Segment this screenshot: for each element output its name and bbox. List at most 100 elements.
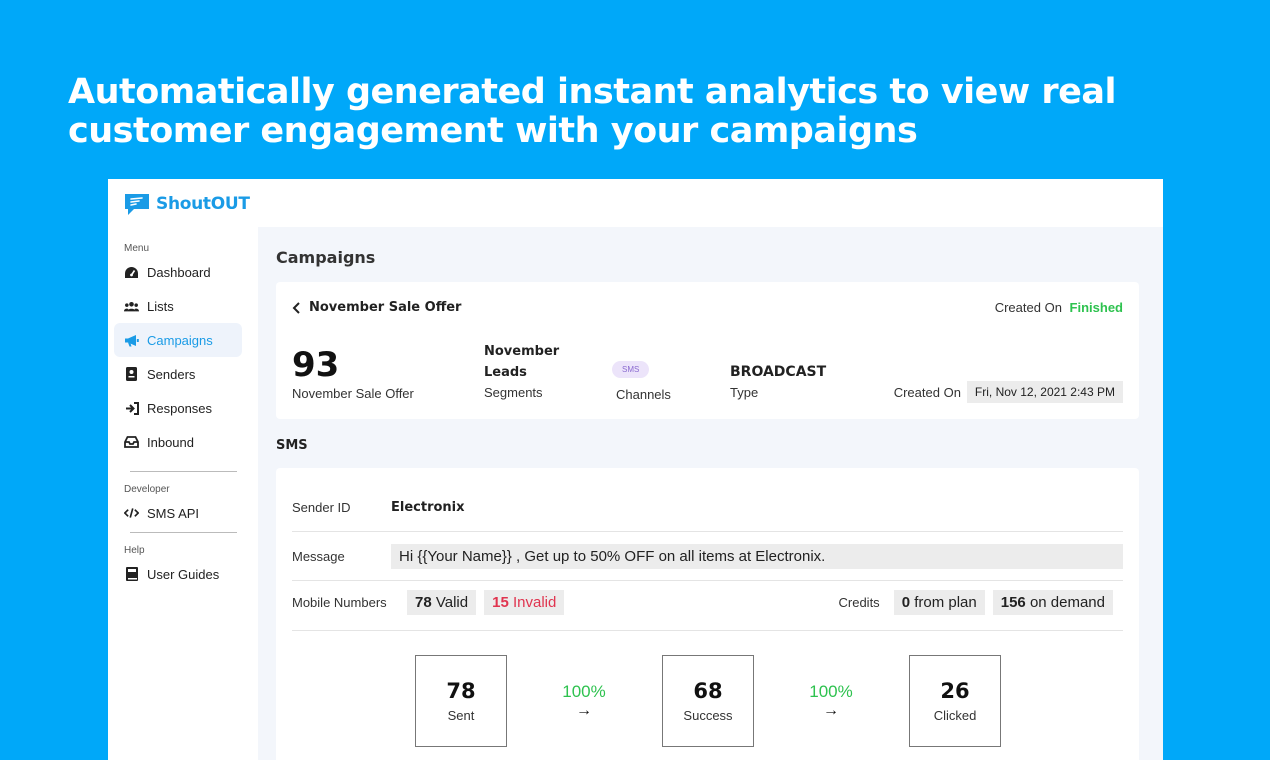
demand-label: on demand bbox=[1029, 594, 1105, 611]
valid-count-tag: 78 Valid bbox=[407, 590, 477, 615]
sidebar-item-label: Senders bbox=[147, 366, 196, 382]
megaphone-icon bbox=[124, 333, 139, 348]
app-window: ShoutOUT Menu Dashboard Lists Campaigns bbox=[108, 179, 1163, 760]
back-button[interactable]: November Sale Offer bbox=[292, 300, 461, 315]
sent-to-success-rate: 100% → bbox=[554, 682, 614, 720]
sidebar-item-label: User Guides bbox=[147, 566, 220, 582]
page-title: Campaigns bbox=[276, 248, 376, 267]
channels-label: Channels bbox=[616, 387, 671, 402]
row-divider bbox=[292, 531, 1123, 532]
code-icon bbox=[124, 506, 139, 521]
sms-details-card: Sender ID Electronix Message Hi {{Your N… bbox=[276, 468, 1139, 760]
sidebar-item-senders[interactable]: Senders bbox=[114, 357, 242, 391]
channels-stat: SMS Channels bbox=[612, 359, 671, 402]
hero-headline: Automatically generated instant analytic… bbox=[68, 73, 1218, 151]
type-label: Type bbox=[730, 385, 759, 400]
campaign-summary-card: November Sale Offer Created On Finished … bbox=[276, 282, 1139, 419]
channel-pill: SMS bbox=[612, 361, 650, 378]
sms-section-title: SMS bbox=[276, 438, 308, 453]
id-card-icon bbox=[124, 367, 139, 382]
campaign-status: Created On Finished bbox=[995, 300, 1123, 315]
sidebar-item-campaigns[interactable]: Campaigns bbox=[114, 323, 242, 357]
sign-in-icon bbox=[124, 401, 139, 416]
invalid-label: Invalid bbox=[512, 594, 557, 611]
arrow-right-icon: → bbox=[823, 702, 839, 719]
sender-id-label: Sender ID bbox=[292, 500, 351, 515]
message-row: Message Hi {{Your Name}} , Get up to 50%… bbox=[292, 544, 1123, 569]
created-on-stat: Created On Fri, Nov 12, 2021 2:43 PM bbox=[894, 381, 1123, 403]
sidebar-item-inbound[interactable]: Inbound bbox=[114, 425, 242, 459]
plan-count: 0 bbox=[901, 594, 911, 611]
sent-count: 78 bbox=[446, 679, 476, 703]
success-to-clicked-rate: 100% → bbox=[801, 682, 861, 720]
total-count: 93 bbox=[292, 345, 340, 385]
sender-id-row: Sender ID Electronix bbox=[292, 500, 1123, 515]
book-icon bbox=[124, 567, 139, 582]
valid-count: 78 bbox=[415, 594, 432, 611]
success-label: Success bbox=[683, 708, 733, 723]
row-divider bbox=[292, 580, 1123, 581]
created-on-label: Created On bbox=[893, 384, 961, 400]
sidebar-item-dashboard[interactable]: Dashboard bbox=[114, 255, 242, 289]
mobile-numbers-row: Mobile Numbers 78 Valid 15 Invalid Credi… bbox=[292, 590, 1123, 615]
help-section-label: Help bbox=[124, 545, 145, 556]
sidebar-item-responses[interactable]: Responses bbox=[114, 391, 242, 425]
sidebar-item-label: Inbound bbox=[147, 434, 194, 450]
status-badge: Finished bbox=[1069, 300, 1123, 315]
inbox-icon bbox=[124, 435, 139, 450]
demand-credits-tag: 156 on demand bbox=[992, 590, 1113, 615]
clicked-box: 26 Clicked bbox=[909, 655, 1001, 747]
sidebar-item-user-guides[interactable]: User Guides bbox=[114, 557, 242, 591]
success-count: 68 bbox=[693, 679, 723, 703]
dashboard-icon bbox=[124, 265, 139, 280]
invalid-count-tag: 15 Invalid bbox=[484, 590, 565, 615]
created-date: Fri, Nov 12, 2021 2:43 PM bbox=[966, 381, 1123, 403]
logo-icon bbox=[125, 194, 149, 215]
created-on-label: Created On bbox=[994, 300, 1062, 315]
conversion-percent: 100% bbox=[809, 682, 853, 701]
hero-line-2: customer engagement with your campaigns bbox=[68, 111, 918, 151]
valid-label: Valid bbox=[435, 594, 469, 611]
type-stat: BROADCAST Type bbox=[730, 362, 826, 400]
segments-value-line1: November bbox=[484, 344, 560, 359]
plan-credits-tag: 0 from plan bbox=[893, 590, 985, 615]
conversion-percent: 100% bbox=[562, 682, 606, 701]
segments-label: Segments bbox=[484, 385, 543, 400]
sidebar-item-label: Dashboard bbox=[147, 264, 211, 280]
message-label: Message bbox=[292, 549, 345, 564]
brand-logo[interactable]: ShoutOUT bbox=[124, 192, 250, 216]
hero-line-1: Automatically generated instant analytic… bbox=[68, 72, 1117, 112]
sidebar-item-sms-api[interactable]: SMS API bbox=[114, 496, 242, 530]
credits-label: Credits bbox=[838, 595, 880, 610]
sender-id-value: Electronix bbox=[391, 500, 465, 515]
sidebar-item-label: Responses bbox=[147, 400, 213, 416]
success-box: 68 Success bbox=[662, 655, 754, 747]
developer-section-label: Developer bbox=[124, 484, 170, 495]
total-stat: 93 November Sale Offer bbox=[292, 346, 414, 401]
sent-box: 78 Sent bbox=[415, 655, 507, 747]
type-value: BROADCAST bbox=[730, 364, 827, 380]
campaign-name: November Sale Offer bbox=[309, 300, 462, 315]
segments-stat: November Leads Segments bbox=[484, 341, 559, 400]
sidebar: Menu Dashboard Lists Campaigns Senders R… bbox=[108, 227, 258, 591]
total-label: November Sale Offer bbox=[292, 386, 414, 401]
brand-name: ShoutOUT bbox=[156, 194, 250, 214]
plan-label: from plan bbox=[914, 594, 977, 611]
message-text: Hi {{Your Name}} , Get up to 50% OFF on … bbox=[391, 544, 1123, 569]
menu-section-label: Menu bbox=[124, 243, 150, 254]
clicked-label: Clicked bbox=[933, 708, 977, 723]
segments-value-line2: Leads bbox=[484, 365, 527, 380]
chevron-left-icon bbox=[292, 301, 300, 314]
mobile-numbers-label: Mobile Numbers bbox=[292, 595, 387, 610]
sidebar-item-label: Lists bbox=[147, 298, 174, 314]
sent-label: Sent bbox=[447, 708, 475, 723]
sidebar-item-label: Campaigns bbox=[147, 332, 213, 348]
users-icon bbox=[124, 299, 139, 314]
main-content: Campaigns November Sale Offer Created On… bbox=[258, 227, 1163, 760]
invalid-count: 15 bbox=[492, 594, 509, 611]
sidebar-item-label: SMS API bbox=[147, 505, 200, 521]
sidebar-item-lists[interactable]: Lists bbox=[114, 289, 242, 323]
row-divider bbox=[292, 630, 1123, 631]
clicked-count: 26 bbox=[940, 679, 970, 703]
arrow-right-icon: → bbox=[576, 702, 592, 719]
